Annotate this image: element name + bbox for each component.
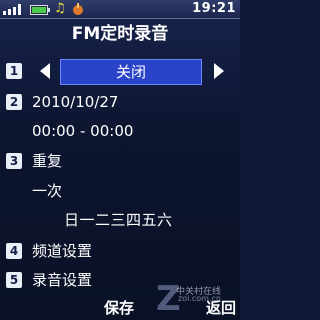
item-number: 1 <box>6 63 22 79</box>
clock: 19:21 <box>192 1 236 16</box>
save-button[interactable]: 保存 <box>104 297 134 318</box>
arrow-right-icon[interactable] <box>214 63 224 79</box>
timer-toggle-selector[interactable]: 关闭 <box>60 59 202 85</box>
repeat-label: 重复 <box>32 152 63 170</box>
record-settings-label[interactable]: 录音设置 <box>32 270 92 290</box>
item-number: 5 <box>6 272 22 288</box>
row-repeat[interactable]: 3 重复 <box>0 148 240 174</box>
item-number: 4 <box>6 243 22 259</box>
item-number: 2 <box>6 94 22 110</box>
repeat-value[interactable]: 一次 <box>32 181 62 201</box>
row-time-range[interactable]: 00:00 - 00:00 <box>0 118 240 144</box>
record-date[interactable]: 2010/10/27 <box>32 92 118 112</box>
battery-icon <box>30 5 50 15</box>
back-button[interactable]: 返回 <box>206 297 236 318</box>
status-bar: ♫ 19:21 <box>0 0 240 19</box>
row-timer-toggle[interactable]: 1 关闭 <box>0 58 240 85</box>
signal-icon <box>3 4 21 15</box>
weekday-selector[interactable]: 日一二三四五六 <box>64 208 173 232</box>
row-date[interactable]: 2 2010/10/27 <box>0 89 240 115</box>
channel-settings-label[interactable]: 频道设置 <box>32 241 92 261</box>
record-time-range[interactable]: 00:00 - 00:00 <box>32 121 133 141</box>
item-number: 3 <box>6 153 22 169</box>
row-channel-settings[interactable]: 4 频道设置 <box>0 238 240 264</box>
row-repeat-value[interactable]: 一次 <box>0 178 240 204</box>
softkey-bar: 保存 返回 <box>0 296 240 320</box>
screen: ♫ 19:21 FM定时录音 1 关闭 2 2010/10/27 00:00 -… <box>0 0 240 320</box>
fm-radio-icon <box>73 3 83 15</box>
arrow-left-icon[interactable] <box>40 63 50 79</box>
page-title: FM定时录音 <box>71 24 169 44</box>
music-note-icon: ♫ <box>54 1 66 16</box>
